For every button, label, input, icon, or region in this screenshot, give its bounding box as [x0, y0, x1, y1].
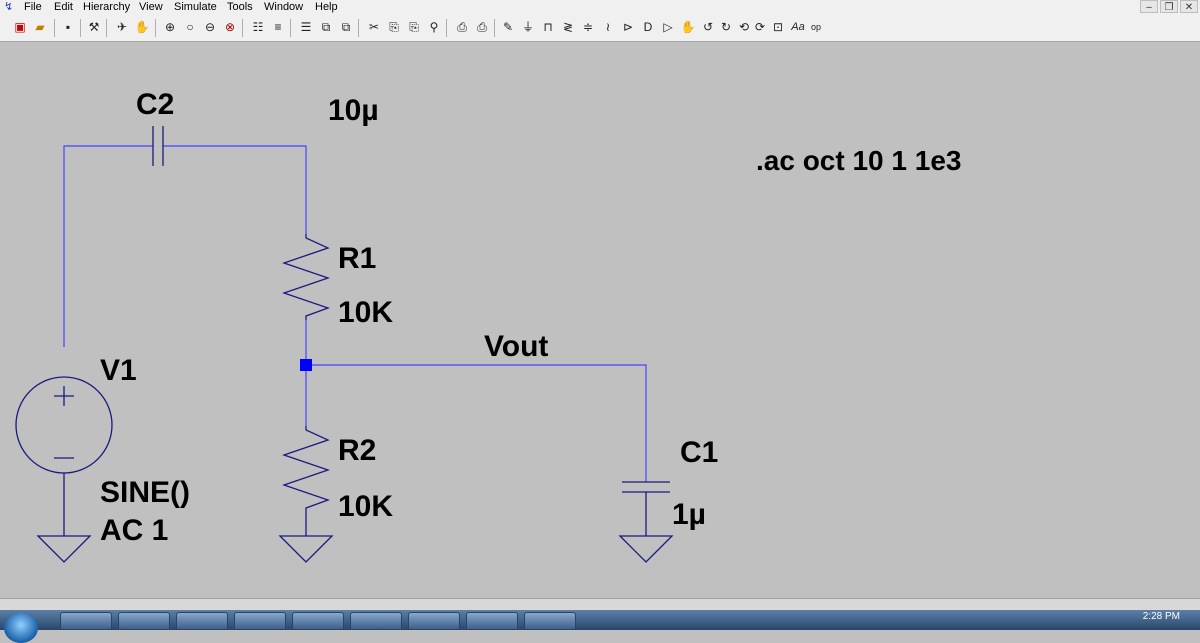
mirror-icon[interactable]: ↻	[718, 19, 734, 36]
taskbar-button[interactable]	[234, 612, 286, 630]
component-icon[interactable]: D	[640, 19, 656, 36]
cascade-icon[interactable]: ⧉	[338, 19, 354, 36]
capacitor-icon[interactable]: ≑	[580, 19, 596, 36]
c2-name-label[interactable]: C2	[136, 88, 174, 121]
r2-name-label[interactable]: R2	[338, 434, 376, 467]
find-icon[interactable]: ⚲	[426, 19, 442, 36]
vout-junction	[300, 359, 312, 371]
taskbar-button[interactable]	[466, 612, 518, 630]
autorange-icon[interactable]: ☷	[250, 19, 266, 36]
toolbar: ▣ ▰ ▪ ⚒ ✈ ✋ ⊕ ○ ⊖ ⊗ ☷ ≡ ☰ ⧉ ⧉ ✂ ⎘ ⎘ ⚲ ⎙ …	[0, 14, 1200, 42]
menu-file[interactable]: File	[24, 0, 42, 14]
save-icon[interactable]: ▪	[60, 19, 76, 36]
rotate-icon[interactable]: ↺	[700, 19, 716, 36]
vout-net-label[interactable]: Vout	[484, 330, 548, 363]
undo-icon[interactable]: ⟲	[736, 19, 752, 36]
zoom-pan-icon[interactable]: ○	[182, 19, 198, 36]
menu-view[interactable]: View	[139, 0, 163, 14]
pan-hand-icon[interactable]: ✋	[134, 19, 150, 36]
zoom-in-icon[interactable]: ⊕	[162, 19, 178, 36]
zoom-fit-icon[interactable]: ⊗	[222, 19, 238, 36]
control-panel-icon[interactable]: ⚒	[86, 19, 102, 36]
schematic-canvas[interactable]: C2 10µ R1 10K R2 10K Vout C1 1µ V1 SINE(…	[0, 42, 1200, 598]
ground-v1-icon	[36, 535, 92, 563]
schematic-drawing: C2 10µ R1 10K R2 10K Vout C1 1µ V1 SINE(…	[15, 88, 961, 563]
menu-tools[interactable]: Tools	[227, 0, 253, 14]
wire-v1-to-c2	[63, 145, 153, 347]
inductor-icon[interactable]: ≀	[600, 19, 616, 36]
resistor-icon[interactable]: ≷	[560, 19, 576, 36]
toolbar-separator	[290, 19, 291, 37]
menu-help[interactable]: Help	[315, 0, 338, 14]
taskbar-button[interactable]	[350, 612, 402, 630]
r1-value-label[interactable]: 10K	[338, 296, 393, 329]
toolbar-separator	[242, 19, 243, 37]
toolbar-separator	[446, 19, 447, 37]
wire-icon[interactable]: ✎	[500, 19, 516, 36]
taskbar-button[interactable]	[292, 612, 344, 630]
spice-directive[interactable]: .ac oct 10 1 1e3	[756, 145, 961, 176]
restore-icon[interactable]: ❐	[1160, 0, 1178, 13]
window-controls: – ❐ ✕	[1140, 0, 1198, 14]
horizontal-scrollbar[interactable]	[0, 598, 1200, 610]
diode-icon[interactable]: ⊳	[620, 19, 636, 36]
drag-icon[interactable]: ⊡	[770, 19, 786, 36]
menu-bar: ↯ File Edit Hierarchy View Simulate Tool…	[0, 0, 1200, 14]
wire-c2-to-r1	[163, 145, 307, 234]
label-net-icon[interactable]: ⊓	[540, 19, 556, 36]
menu-window[interactable]: Window	[264, 0, 303, 14]
minimize-icon[interactable]: –	[1140, 0, 1158, 13]
copy-icon[interactable]: ⎘	[386, 19, 402, 36]
pan-hand-icon[interactable]: ✋	[680, 19, 696, 36]
spice-directive-icon[interactable]: op	[808, 19, 824, 36]
menu-hierarchy[interactable]: Hierarchy	[83, 0, 130, 14]
c2-value-label[interactable]: 10µ	[328, 94, 379, 127]
zoom-out-icon[interactable]: ⊖	[202, 19, 218, 36]
tile-vertical-icon[interactable]: ☰	[298, 19, 314, 36]
toolbar-separator	[155, 19, 156, 37]
system-clock[interactable]: 2:28 PM	[1143, 611, 1180, 622]
c1-name-label[interactable]: C1	[680, 436, 718, 469]
resistor-r1	[281, 234, 331, 320]
ground-icon[interactable]: ⏚	[520, 19, 536, 36]
c1-value-label[interactable]: 1µ	[672, 498, 706, 531]
taskbar-button-explorer[interactable]	[60, 612, 112, 630]
taskbar-button[interactable]	[176, 612, 228, 630]
taskbar-button-browser[interactable]	[118, 612, 170, 630]
windows-taskbar: 2:28 PM	[0, 610, 1200, 643]
taskbar-button[interactable]	[524, 612, 576, 630]
text-icon[interactable]: Aa	[790, 19, 806, 36]
toolbar-separator	[54, 19, 55, 37]
taskbar-button-ltspice[interactable]	[408, 612, 460, 630]
r2-value-label[interactable]: 10K	[338, 490, 393, 523]
toolbar-separator	[494, 19, 495, 37]
toolbar-separator	[106, 19, 107, 37]
new-schematic-icon[interactable]: ▣	[12, 19, 28, 36]
v1-name-label[interactable]: V1	[100, 354, 137, 387]
ground-c1-icon	[618, 535, 674, 563]
cut-icon[interactable]: ✂	[366, 19, 382, 36]
print-preview-icon[interactable]: ⎙	[454, 19, 470, 36]
menu-edit[interactable]: Edit	[54, 0, 73, 14]
menu-simulate[interactable]: Simulate	[174, 0, 217, 14]
resistor-r2	[281, 426, 331, 536]
v1-value-line1[interactable]: SINE()	[100, 476, 190, 509]
component-icon[interactable]: ▷	[660, 19, 676, 36]
start-button-icon[interactable]	[4, 613, 38, 643]
v1-value-line2[interactable]: AC 1	[100, 514, 168, 547]
cascade-icon[interactable]: ⧉	[318, 19, 334, 36]
copy-icon[interactable]: ⎘	[406, 19, 422, 36]
tile-horizontal-icon[interactable]: ≡	[270, 19, 286, 36]
r1-name-label[interactable]: R1	[338, 242, 376, 275]
print-icon[interactable]: ⎙	[474, 19, 490, 36]
ltspice-app-icon[interactable]: ↯	[4, 1, 14, 13]
run-icon[interactable]: ✈	[114, 19, 130, 36]
toolbar-separator	[358, 19, 359, 37]
open-icon[interactable]: ▰	[32, 19, 48, 36]
toolbar-separator	[80, 19, 81, 37]
redo-icon[interactable]: ⟳	[752, 19, 768, 36]
close-icon[interactable]: ✕	[1180, 0, 1198, 13]
ground-r2-icon	[278, 535, 334, 563]
